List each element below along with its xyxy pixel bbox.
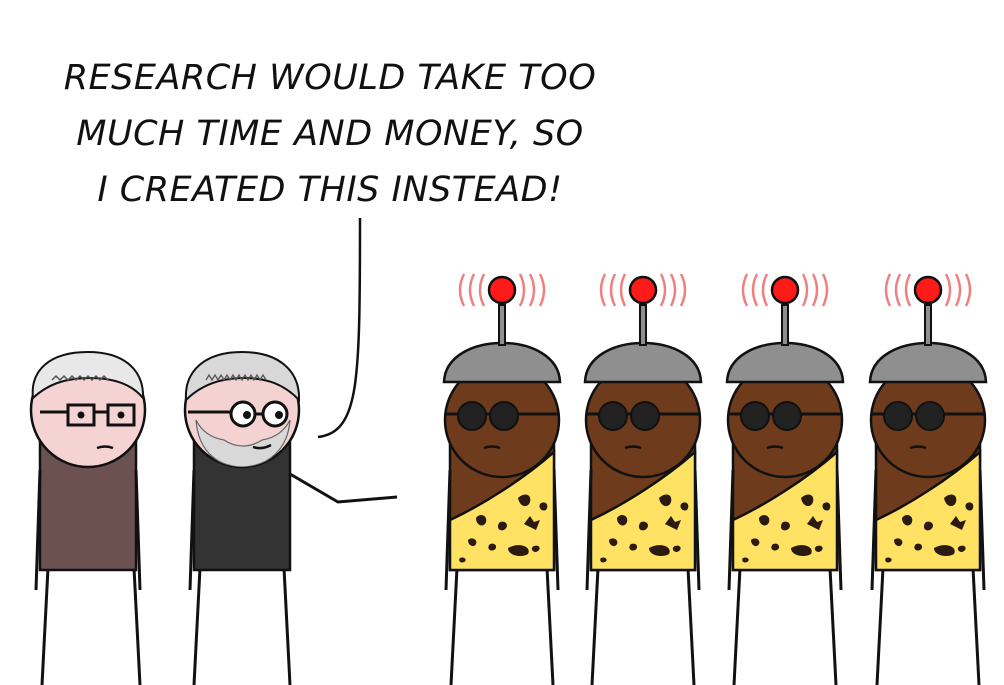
robot-helmet	[583, 341, 703, 384]
signal-wave-right	[679, 273, 687, 307]
antenna-light-icon	[628, 275, 658, 305]
robot-leg-right	[545, 567, 555, 685]
robot-leg-left	[590, 567, 600, 685]
robot-clones-group	[442, 273, 988, 685]
signal-wave-left	[609, 273, 617, 307]
signal-wave-left	[761, 273, 769, 307]
robot-antenna-stem	[639, 304, 647, 346]
speech-tail	[317, 217, 362, 439]
robot-clone-3	[725, 273, 845, 685]
signal-wave-right	[538, 273, 546, 307]
robot-antenna-stem	[924, 304, 932, 346]
signal-wave-left	[741, 273, 749, 307]
comic-panel: RESEARCH WOULD TAKE TOO MUCH TIME AND MO…	[0, 0, 1004, 685]
comic-scene	[29, 217, 988, 685]
antenna-light-icon	[770, 275, 800, 305]
robot-antenna-stem	[781, 304, 789, 346]
scientist-character	[183, 350, 398, 685]
signal-wave-right	[528, 273, 536, 307]
signal-wave-right	[821, 273, 829, 307]
sunglasses-lens-left	[457, 401, 487, 431]
sunglasses-lens-right	[772, 401, 802, 431]
listener-character	[29, 350, 147, 685]
signal-wave-right	[954, 273, 962, 307]
robot-leg-right	[828, 567, 838, 685]
signal-wave-left	[458, 273, 466, 307]
listener-arm-right	[134, 469, 142, 591]
listener-arm-left	[34, 469, 42, 591]
listener-leg-left	[40, 567, 50, 685]
robot-helmet	[442, 341, 562, 384]
signal-wave-right	[659, 273, 667, 307]
robot-clone-2	[583, 273, 703, 685]
signal-wave-right	[801, 273, 809, 307]
scientist-leg-right	[282, 567, 292, 685]
signal-wave-left	[904, 273, 912, 307]
sunglasses-lens-right	[915, 401, 945, 431]
sunglasses-lens-right	[630, 401, 660, 431]
signal-wave-right	[518, 273, 526, 307]
signal-wave-left	[478, 273, 486, 307]
scientist-pointing-arm	[289, 472, 398, 504]
signal-wave-right	[811, 273, 819, 307]
signal-wave-left	[884, 273, 892, 307]
scientist-leg-left	[192, 567, 202, 685]
sunglasses-lens-left	[598, 401, 628, 431]
robot-leg-right	[686, 567, 696, 685]
signal-wave-right	[669, 273, 677, 307]
robot-leg-left	[732, 567, 742, 685]
signal-wave-left	[468, 273, 476, 307]
robot-clone-1	[442, 273, 562, 685]
robot-leg-left	[449, 567, 459, 685]
robot-clone-4	[868, 273, 988, 685]
robot-helmet	[725, 341, 845, 384]
antenna-light-icon	[913, 275, 943, 305]
signal-wave-right	[964, 273, 972, 307]
signal-wave-left	[619, 273, 627, 307]
sunglasses-lens-right	[489, 401, 519, 431]
signal-wave-left	[751, 273, 759, 307]
signal-wave-right	[944, 273, 952, 307]
robot-leg-right	[971, 567, 981, 685]
signal-wave-left	[599, 273, 607, 307]
signal-wave-left	[894, 273, 902, 307]
scientist-arm-left	[188, 469, 196, 591]
robot-antenna-stem	[498, 304, 506, 346]
robot-leg-left	[875, 567, 885, 685]
antenna-light-icon	[487, 275, 517, 305]
sunglasses-lens-left	[740, 401, 770, 431]
robot-helmet	[868, 341, 988, 384]
sunglasses-lens-left	[883, 401, 913, 431]
